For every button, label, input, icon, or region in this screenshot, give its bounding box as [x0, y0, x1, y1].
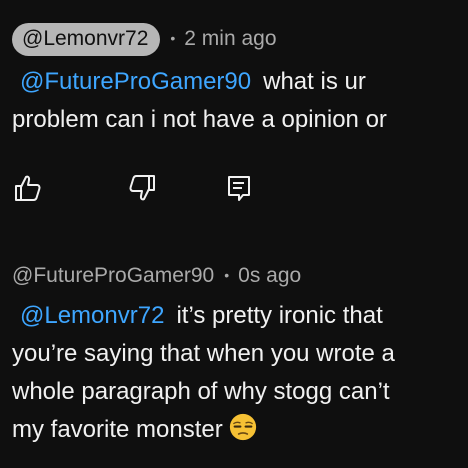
- comment-line-text: it’s pretty ironic that: [176, 302, 383, 329]
- author-name[interactable]: @FutureProGamer90: [12, 264, 214, 288]
- comment-timestamp: 2 min ago: [184, 27, 277, 50]
- comment-line: you’re saying that when you wrote a: [12, 335, 468, 373]
- comment-line-text: what is ur: [263, 68, 366, 95]
- dislike-button[interactable]: [124, 170, 160, 206]
- meta-separator: •: [224, 267, 230, 283]
- comment-line: @FutureProGamer90 what is ur: [12, 63, 468, 101]
- comment-line-text: my favorite monster: [12, 416, 223, 443]
- comment-line-text: problem can i not have a opinion or: [12, 106, 387, 133]
- comment-line: problem can i not have a opinion or: [12, 101, 468, 139]
- reply-icon: [228, 176, 250, 201]
- reply-button[interactable]: [220, 170, 256, 206]
- mention-link[interactable]: @FutureProGamer90: [20, 68, 251, 95]
- comment-line: my favorite monster: [12, 411, 468, 449]
- thumbs-down-icon: [129, 175, 155, 201]
- like-button[interactable]: [10, 170, 46, 206]
- comment-line: whole paragraph of why stogg can’t: [12, 373, 468, 411]
- unamused-face-emoji-icon: [229, 413, 256, 441]
- comment-line-text: whole paragraph of why stogg can’t: [12, 378, 390, 405]
- mention-link[interactable]: @Lemonvr72: [20, 302, 164, 329]
- comment-header: @Lemonvr72 • 2 min ago: [12, 22, 277, 56]
- comment-timestamp: 0s ago: [238, 264, 302, 287]
- comment-actions: [0, 170, 468, 206]
- author-chip[interactable]: @Lemonvr72: [12, 22, 161, 56]
- comment-text: @Lemonvr72 it’s pretty ironic that you’re…: [12, 297, 468, 449]
- thumbs-up-icon: [15, 175, 41, 201]
- meta-separator: •: [170, 30, 176, 46]
- comment-text: @FutureProGamer90 what is ur problem can …: [12, 63, 468, 139]
- comment-line-text: you’re saying that when you wrote a: [12, 340, 395, 367]
- comment-header: @FutureProGamer90 • 0s ago: [12, 259, 301, 293]
- comment-line: @Lemonvr72 it’s pretty ironic that: [12, 297, 468, 335]
